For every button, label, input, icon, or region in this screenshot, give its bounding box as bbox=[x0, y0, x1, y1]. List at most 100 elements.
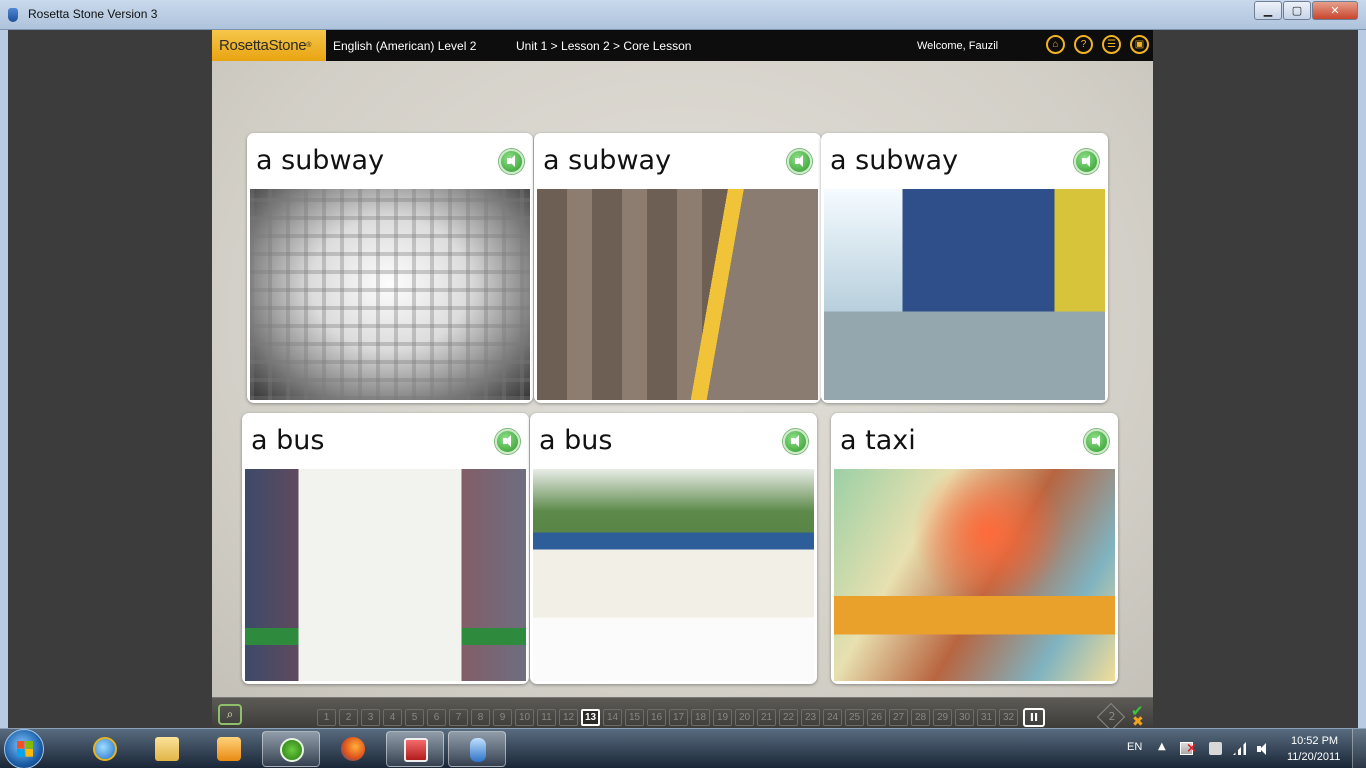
attempts-count: 2 bbox=[1108, 710, 1116, 723]
picture-card[interactable]: a subway bbox=[534, 133, 821, 403]
subway-tunnel-photo bbox=[250, 189, 530, 400]
speaker-icon[interactable] bbox=[495, 429, 520, 454]
picture-card[interactable]: a subway bbox=[821, 133, 1108, 403]
start-button[interactable] bbox=[4, 729, 44, 768]
screen-number[interactable]: 14 bbox=[603, 709, 622, 726]
magnifier-tool-icon[interactable]: ⌕ bbox=[218, 704, 242, 725]
taskbar-media-center[interactable] bbox=[200, 731, 258, 767]
screen-number[interactable]: 19 bbox=[713, 709, 732, 726]
screen-number[interactable]: 31 bbox=[977, 709, 996, 726]
window-icon[interactable]: ▣ bbox=[1130, 35, 1149, 54]
card-label: a bus bbox=[251, 425, 325, 456]
rosetta-app-icon bbox=[8, 8, 18, 22]
subway-platform-photo bbox=[824, 189, 1105, 400]
window-frame-right bbox=[1358, 30, 1366, 728]
help-icon[interactable]: ? bbox=[1074, 35, 1093, 54]
picture-card[interactable]: a bus bbox=[530, 413, 817, 684]
screen-number[interactable]: 17 bbox=[669, 709, 688, 726]
screen-number[interactable]: 18 bbox=[691, 709, 710, 726]
clock-time[interactable]: 10:52 PM bbox=[1291, 735, 1338, 747]
screen-number[interactable]: 23 bbox=[801, 709, 820, 726]
card-label: a subway bbox=[256, 145, 385, 176]
folder-icon bbox=[155, 737, 179, 761]
taskbar-windows-explorer[interactable] bbox=[138, 731, 196, 767]
screen-number[interactable]: 24 bbox=[823, 709, 842, 726]
screen-number[interactable]: 9 bbox=[493, 709, 512, 726]
usb-device-icon[interactable] bbox=[1209, 742, 1222, 755]
screen-number[interactable]: 3 bbox=[361, 709, 380, 726]
close-button[interactable]: ✕ bbox=[1312, 1, 1358, 20]
screen-number[interactable]: 12 bbox=[559, 709, 578, 726]
screen-progress-list: 1 2 3 4 5 6 7 8 9 10 11 12 13 14 15 16 1… bbox=[317, 709, 1021, 726]
screen-number[interactable]: 29 bbox=[933, 709, 952, 726]
volume-icon[interactable] bbox=[1257, 742, 1270, 755]
card-label: a taxi bbox=[840, 425, 916, 456]
action-center-flag-icon[interactable] bbox=[1180, 741, 1197, 756]
screen-number[interactable]: 21 bbox=[757, 709, 776, 726]
app-header: RosettaStone® English (American) Level 2… bbox=[212, 30, 1153, 61]
screen-number[interactable]: 1 bbox=[317, 709, 336, 726]
screen-number[interactable]: 26 bbox=[867, 709, 886, 726]
speaker-icon[interactable] bbox=[783, 429, 808, 454]
logo-registered-mark: ® bbox=[306, 42, 312, 49]
card-label: a subway bbox=[830, 145, 959, 176]
show-hidden-icons-arrow[interactable]: ▲ bbox=[1158, 741, 1166, 752]
speaker-icon[interactable] bbox=[787, 149, 812, 174]
home-icon[interactable]: ⌂ bbox=[1046, 35, 1065, 54]
taskbar-firefox[interactable] bbox=[324, 731, 382, 767]
show-desktop-button[interactable] bbox=[1352, 729, 1366, 768]
pause-button[interactable]: II bbox=[1023, 708, 1045, 727]
screen-number[interactable]: 30 bbox=[955, 709, 974, 726]
screen-number[interactable]: 16 bbox=[647, 709, 666, 726]
speaker-icon[interactable] bbox=[1074, 149, 1099, 174]
breadcrumb: Unit 1 > Lesson 2 > Core Lesson bbox=[516, 39, 692, 53]
screen-number[interactable]: 5 bbox=[405, 709, 424, 726]
screen-number[interactable]: 8 bbox=[471, 709, 490, 726]
course-title: English (American) Level 2 bbox=[333, 39, 477, 53]
internet-explorer-icon bbox=[93, 737, 117, 761]
screen-number[interactable]: 6 bbox=[427, 709, 446, 726]
screen-number[interactable]: 27 bbox=[889, 709, 908, 726]
media-player-icon bbox=[217, 737, 241, 761]
screen-number[interactable]: 32 bbox=[999, 709, 1018, 726]
subway-train-motion-photo bbox=[537, 189, 818, 400]
maximize-button[interactable]: ▢ bbox=[1283, 1, 1311, 20]
taskbar-internet-explorer[interactable] bbox=[76, 731, 134, 767]
picture-card[interactable]: a subway bbox=[247, 133, 533, 403]
screen-number[interactable]: 25 bbox=[845, 709, 864, 726]
rosetta-stone-icon bbox=[470, 738, 486, 762]
screen-number[interactable]: 20 bbox=[735, 709, 754, 726]
clock-date[interactable]: 11/20/2011 bbox=[1287, 751, 1340, 763]
screen-number[interactable]: 22 bbox=[779, 709, 798, 726]
header-icon-bar: ⌂ ? ☰ ▣ bbox=[1046, 35, 1158, 54]
logo-text: RosettaStone bbox=[219, 37, 307, 54]
menu-list-icon[interactable]: ☰ bbox=[1102, 35, 1121, 54]
taskbar-rosetta-stone[interactable] bbox=[448, 731, 506, 767]
window-title: Rosetta Stone Version 3 bbox=[28, 7, 158, 21]
rosetta-stone-logo: RosettaStone® bbox=[212, 30, 326, 61]
speaker-icon[interactable] bbox=[499, 149, 524, 174]
screen-number[interactable]: 2 bbox=[339, 709, 358, 726]
screen-number[interactable]: 28 bbox=[911, 709, 930, 726]
screen-number[interactable]: 10 bbox=[515, 709, 534, 726]
screen-number[interactable]: 15 bbox=[625, 709, 644, 726]
trolley-bus-photo bbox=[533, 469, 814, 681]
picture-card[interactable]: a bus bbox=[242, 413, 529, 684]
screen-number-current[interactable]: 13 bbox=[581, 709, 600, 726]
language-indicator[interactable]: EN bbox=[1127, 741, 1142, 753]
minimize-button[interactable]: ▁ bbox=[1254, 1, 1282, 20]
screen-number[interactable]: 7 bbox=[449, 709, 468, 726]
welcome-text: Welcome, Fauzil bbox=[917, 40, 999, 52]
card-label: a bus bbox=[539, 425, 613, 456]
taskbar-utorrent[interactable] bbox=[262, 731, 320, 767]
taskbar-acrobat[interactable] bbox=[386, 731, 444, 767]
window-titlebar[interactable]: Rosetta Stone Version 3 ▁ ▢ ✕ bbox=[0, 0, 1366, 30]
acrobat-icon bbox=[404, 738, 428, 762]
network-signal-icon[interactable] bbox=[1233, 742, 1246, 755]
screen-number[interactable]: 11 bbox=[537, 709, 556, 726]
speaker-icon[interactable] bbox=[1084, 429, 1109, 454]
firefox-icon bbox=[341, 737, 365, 761]
screen-number[interactable]: 4 bbox=[383, 709, 402, 726]
window-frame-left bbox=[0, 30, 8, 728]
picture-card[interactable]: a taxi bbox=[831, 413, 1118, 684]
